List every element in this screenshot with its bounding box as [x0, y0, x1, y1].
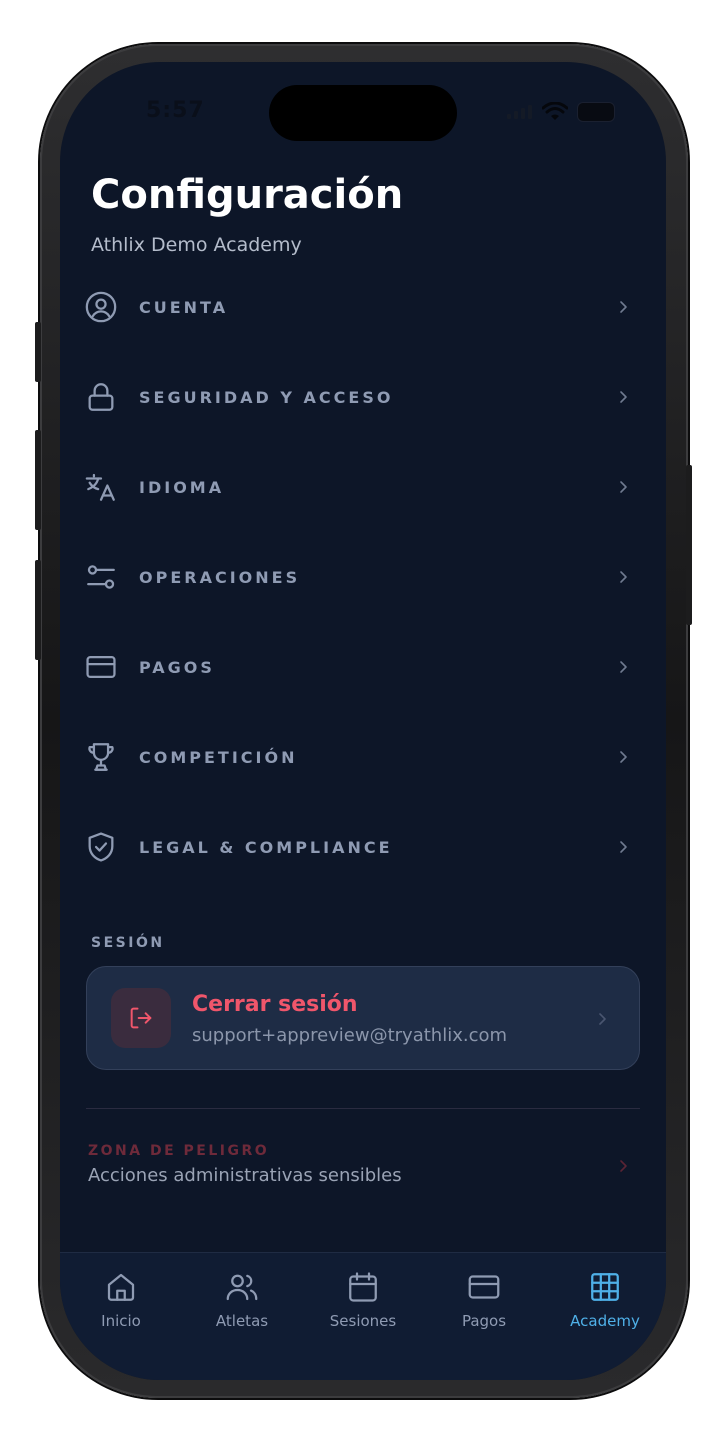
danger-zone-label: ZONA DE PELIGRO — [88, 1143, 270, 1159]
chevron-right-icon — [616, 480, 630, 494]
chevron-right-icon — [616, 300, 630, 314]
chevron-right-icon — [616, 750, 630, 764]
battery-icon — [578, 103, 614, 121]
menu-label: COMPETICIÓN — [139, 747, 298, 767]
chevron-right-icon — [595, 1011, 609, 1030]
translate-icon — [84, 470, 118, 504]
logout-email: support+appreview@tryathlix.com — [192, 1025, 508, 1046]
tab-label: Pagos — [461, 1312, 507, 1330]
menu-label: OPERACIONES — [139, 567, 301, 587]
menu-item-pagos[interactable]: PAGOS — [60, 622, 666, 712]
app-screen: 5:57 Configuración Athlix Demo Academy C… — [60, 62, 666, 1380]
page-title: Configuración — [91, 172, 404, 218]
tab-pagos[interactable]: Pagos — [429, 1269, 539, 1339]
menu-label: SEGURIDAD Y ACCESO — [139, 387, 394, 407]
menu-item-competicion[interactable]: COMPETICIÓN — [60, 712, 666, 802]
chevron-right-icon — [616, 1158, 630, 1177]
sliders-icon — [84, 560, 118, 594]
tab-sesiones[interactable]: Sesiones — [308, 1269, 418, 1339]
logout-icon — [130, 1007, 152, 1029]
menu-item-seguridad[interactable]: SEGURIDAD Y ACCESO — [60, 352, 666, 442]
lock-icon — [84, 380, 118, 414]
volume-up-button — [35, 430, 41, 530]
menu-label: CUENTA — [139, 297, 229, 317]
session-section-label: SESIÓN — [91, 935, 165, 951]
danger-zone-description: Acciones administrativas sensibles — [88, 1165, 402, 1186]
tab-bar: Inicio Atletas Sesiones Pagos Academy — [60, 1252, 666, 1380]
volume-down-button — [35, 560, 41, 660]
chevron-right-icon — [616, 570, 630, 584]
academy-name: Athlix Demo Academy — [91, 234, 302, 256]
menu-item-idioma[interactable]: IDIOMA — [60, 442, 666, 532]
tab-inicio[interactable]: Inicio — [66, 1269, 176, 1339]
tab-label: Atletas — [215, 1312, 269, 1330]
shield-check-icon — [84, 830, 118, 864]
chevron-right-icon — [616, 660, 630, 674]
menu-label: PAGOS — [139, 657, 215, 677]
credit-card-icon — [468, 1275, 500, 1299]
credit-card-icon — [84, 650, 118, 684]
tab-label: Inicio — [101, 1312, 141, 1330]
calendar-icon — [349, 1272, 377, 1302]
action-button — [35, 322, 41, 382]
chevron-right-icon — [616, 390, 630, 404]
tab-atletas[interactable]: Atletas — [187, 1269, 297, 1339]
home-icon — [107, 1273, 135, 1301]
dynamic-island — [269, 85, 457, 141]
tab-academy[interactable]: Academy — [550, 1269, 660, 1339]
signal-icon — [507, 105, 532, 119]
logout-button[interactable]: Cerrar sesión support+appreview@tryathli… — [86, 966, 640, 1070]
power-button — [686, 465, 692, 625]
status-icons — [507, 102, 614, 122]
logout-icon-badge — [111, 988, 171, 1048]
settings-menu: CUENTA SEGURIDAD Y ACCESO IDIOMA OPERACI… — [60, 262, 666, 892]
trophy-icon — [84, 740, 118, 774]
user-circle-icon — [84, 290, 118, 324]
menu-item-cuenta[interactable]: CUENTA — [60, 262, 666, 352]
wifi-icon — [542, 102, 568, 120]
divider — [86, 1108, 640, 1109]
status-time: 5:57 — [146, 98, 205, 123]
menu-label: IDIOMA — [139, 477, 225, 497]
menu-item-legal[interactable]: LEGAL & COMPLIANCE — [60, 802, 666, 892]
users-icon — [226, 1274, 258, 1301]
menu-item-operaciones[interactable]: OPERACIONES — [60, 532, 666, 622]
tab-label: Sesiones — [329, 1312, 397, 1330]
chevron-right-icon — [616, 840, 630, 854]
logout-title: Cerrar sesión — [192, 992, 358, 1017]
menu-label: LEGAL & COMPLIANCE — [139, 837, 393, 857]
tab-label: Academy — [570, 1312, 640, 1330]
grid-icon — [591, 1273, 619, 1301]
